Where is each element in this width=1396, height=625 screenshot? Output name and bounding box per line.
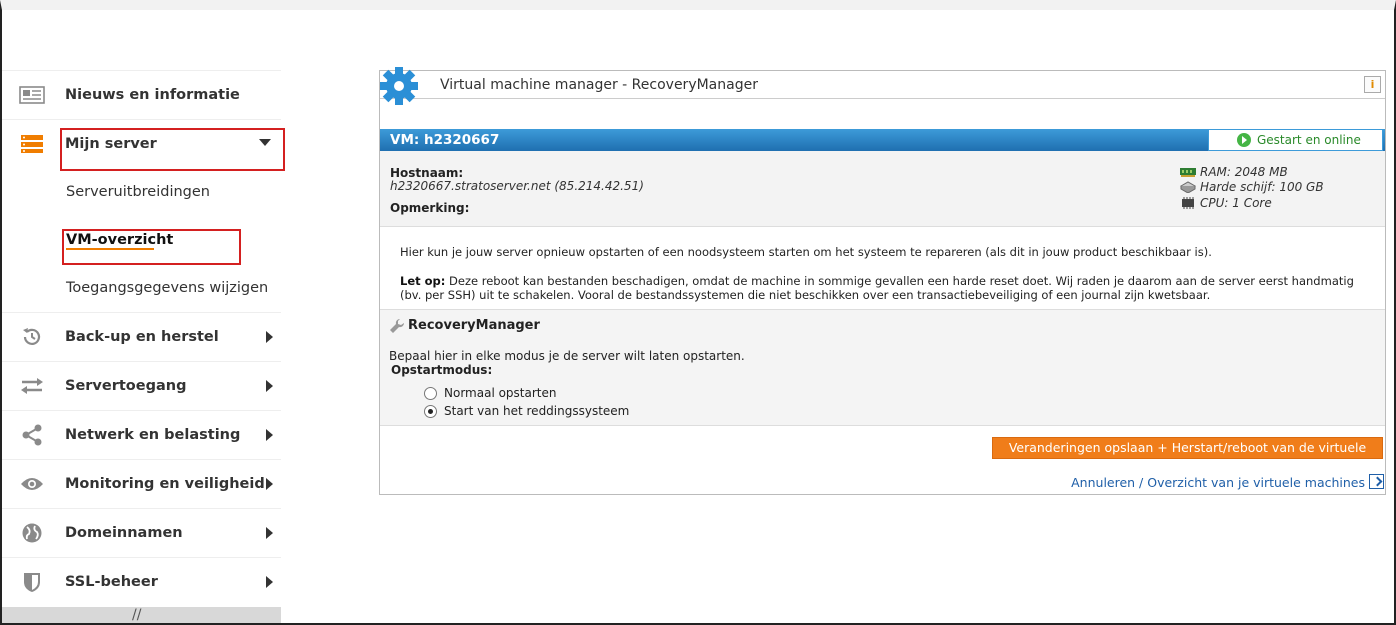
highlight-box-vm-overview [62, 229, 241, 265]
ram-icon [1180, 168, 1196, 177]
sidebar-item-label: SSL-beheer [65, 574, 158, 590]
sidebar-collapse-handle[interactable]: // [2, 607, 281, 625]
chevron-right-icon [266, 331, 273, 343]
sidebar-item-news[interactable]: Nieuws en informatie [2, 70, 281, 119]
boot-mode-label: Opstartmodus: [391, 363, 493, 377]
sidebar-item-label: Servertoegang [65, 378, 187, 394]
sidebar-item-ssl[interactable]: SSL-beheer [2, 557, 281, 606]
radio-label: Start van het reddingssysteem [444, 404, 630, 418]
radio-label: Normaal opstarten [444, 386, 557, 400]
vm-name: VM: h2320667 [390, 132, 500, 148]
warning-text: Let op: Deze reboot kan bestanden bescha… [400, 274, 1370, 302]
radio-button-selected[interactable] [424, 404, 437, 418]
remark-label: Opmerking: [390, 201, 470, 215]
sidebar-subitem-label: Toegangsgegevens wijzigen [66, 280, 269, 296]
sidebar-subitem-change-credentials[interactable]: Toegangsgegevens wijzigen [2, 264, 281, 312]
recovery-title: RecoveryManager [408, 318, 540, 333]
cancel-link[interactable]: Annuleren / Overzicht van je virtuele ma… [1071, 475, 1365, 490]
spec-ram: RAM: 2048 MB [1180, 165, 1288, 179]
top-bar [2, 0, 1394, 10]
sidebar-item-monitoring[interactable]: Monitoring en veiligheid [2, 459, 281, 508]
highlight-box-my-server [60, 128, 285, 171]
share-icon [19, 424, 45, 446]
sidebar-item-label: Domeinnamen [65, 525, 183, 541]
sidebar-subitem-server-extensions[interactable]: Serveruitbreidingen [2, 168, 281, 216]
spec-text: CPU: 1 Core [1200, 196, 1272, 210]
sidebar-item-network[interactable]: Netwerk en belasting [2, 410, 281, 459]
status-text: Gestart en online [1257, 133, 1361, 147]
save-reboot-button[interactable]: Veranderingen opslaan + Herstart/reboot … [992, 437, 1383, 475]
chevron-right-icon [266, 527, 273, 539]
spec-cpu: CPU: 1 Core [1180, 196, 1272, 210]
news-icon [19, 84, 45, 106]
history-icon [19, 326, 45, 348]
spec-disk: Harde schijf: 100 GB [1180, 180, 1324, 194]
chevron-right-icon [266, 478, 273, 490]
info-icon[interactable]: i [1364, 76, 1381, 93]
radio-normal-boot[interactable]: Normaal opstarten [424, 386, 556, 400]
recovery-manager-section: RecoveryManager Bepaal hier in elke modu… [380, 309, 1385, 426]
harddisk-icon [1180, 181, 1196, 193]
warning-body: Deze reboot kan bestanden beschadigen, o… [400, 274, 1354, 302]
sidebar-item-label: Monitoring en veiligheid [65, 476, 265, 492]
globe-icon [19, 522, 45, 544]
eye-icon [19, 473, 45, 495]
chevron-right-icon[interactable] [1369, 474, 1384, 489]
vm-manager-panel: Virtual machine manager - RecoveryManage… [379, 67, 1386, 495]
sidebar-subitem-label: Serveruitbreidingen [66, 184, 210, 200]
vm-info-area: Hostnaam: h2320667.stratoserver.net (85.… [380, 151, 1385, 227]
recovery-description: Bepaal hier in elke modus je de server w… [389, 349, 745, 363]
panel-title: Virtual machine manager - RecoveryManage… [440, 77, 758, 93]
warning-label: Let op: [400, 274, 446, 288]
sidebar-item-backup[interactable]: Back-up en herstel [2, 312, 281, 361]
status-badge: Gestart en online [1208, 129, 1383, 151]
hostname-value: h2320667.stratoserver.net (85.214.42.51) [390, 179, 644, 193]
sidebar-item-label: Netwerk en belasting [65, 427, 241, 443]
shield-icon [19, 571, 45, 593]
chevron-right-icon [266, 576, 273, 588]
server-icon [19, 133, 45, 155]
gear-icon [380, 67, 418, 105]
radio-rescue-system[interactable]: Start van het reddingssysteem [424, 404, 629, 418]
radio-button[interactable] [424, 386, 437, 400]
hostname-label: Hostnaam: [390, 166, 464, 180]
intro-text: Hier kun je jouw server opnieuw opstarte… [400, 245, 1212, 259]
sidebar-item-server-access[interactable]: Servertoegang [2, 361, 281, 410]
spec-text: Harde schijf: 100 GB [1200, 180, 1324, 194]
wrench-icon [390, 318, 405, 333]
play-status-icon [1237, 133, 1251, 147]
chevron-right-icon [266, 429, 273, 441]
sidebar-item-label: Nieuws en informatie [65, 87, 240, 103]
cpu-icon [1182, 197, 1194, 209]
sidebar-item-domains[interactable]: Domeinnamen [2, 508, 281, 557]
spec-text: RAM: 2048 MB [1200, 165, 1288, 179]
collapse-glyph: // [132, 607, 142, 623]
transfer-icon [19, 375, 45, 397]
panel-header: Virtual machine manager - RecoveryManage… [380, 67, 1385, 105]
sidebar-item-label: Back-up en herstel [65, 329, 219, 345]
vm-header-bar: VM: h2320667 Gestart en online [380, 129, 1385, 151]
chevron-right-icon [266, 380, 273, 392]
